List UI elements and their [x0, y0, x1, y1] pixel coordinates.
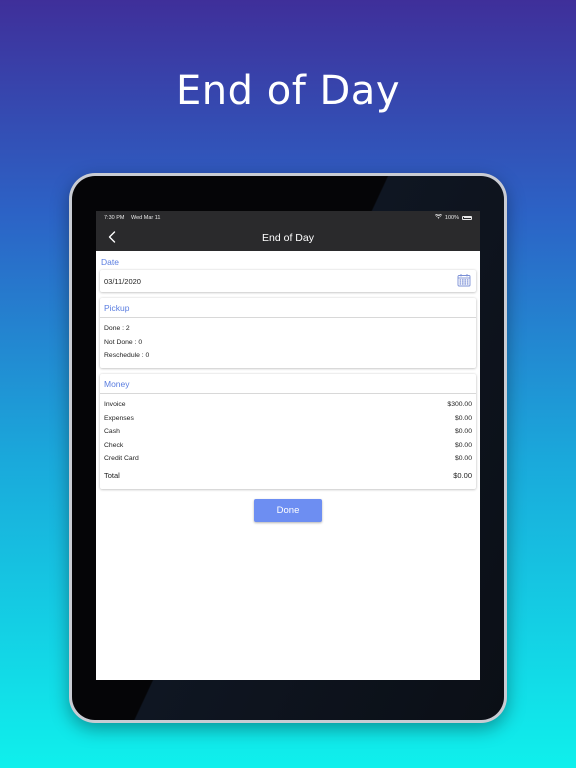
pickup-title: Pickup [100, 298, 476, 318]
back-button[interactable] [104, 229, 120, 245]
pickup-card: Pickup Done : 2 Not Done : 0 Reschedule … [100, 298, 476, 368]
done-button-wrap: Done [100, 498, 476, 522]
status-right: 100% [434, 213, 472, 221]
money-row-value: $0.00 [454, 414, 472, 422]
money-row-label: Invoice [104, 401, 126, 409]
money-row-value: $300.00 [447, 401, 472, 409]
money-row-expenses: Expenses $0.00 [104, 412, 472, 425]
tablet-frame: 7:30 PM Wed Mar 11 100% End of Day Date … [69, 173, 507, 723]
page-title: End of Day [262, 231, 314, 244]
battery-percent: 100% [444, 214, 459, 221]
money-row-label: Cash [104, 428, 120, 436]
status-date: Wed Mar 11 [131, 214, 161, 221]
money-card: Money Invoice $300.00 Expenses $0.00 Cas… [100, 374, 476, 488]
money-total-value: $0.00 [453, 471, 472, 481]
tablet-bezel: 7:30 PM Wed Mar 11 100% End of Day Date … [72, 176, 504, 720]
money-total-label: Total [104, 471, 120, 481]
status-time: 7:30 PM [104, 214, 125, 221]
money-row-total: Total $0.00 [104, 469, 472, 482]
money-row-cash: Cash $0.00 [104, 425, 472, 438]
content: Date 03/11/2020 Pickup Done: 2 Not Done… [96, 257, 480, 522]
date-label: Date [101, 257, 119, 267]
money-row-credit-card: Credit Card $0.00 [104, 452, 472, 465]
status-bar: 7:30 PM Wed Mar 11 100% [96, 211, 480, 224]
money-row-value: $0.00 [454, 441, 472, 449]
battery-icon [462, 215, 472, 220]
wifi-icon [434, 213, 442, 221]
money-row-label: Credit Card [104, 454, 139, 462]
money-row-label: Check [104, 441, 124, 449]
calendar-icon[interactable] [457, 273, 471, 289]
navigation-bar: End of Day [96, 224, 480, 251]
money-title: Money [100, 374, 476, 395]
money-row-value: $0.00 [454, 454, 472, 462]
money-row-value: $0.00 [454, 428, 472, 436]
date-value: 03/11/2020 [104, 276, 141, 286]
pickup-item-text: Not Done : 0 [104, 338, 143, 346]
done-button[interactable]: Done [254, 498, 322, 522]
money-row-invoice: Invoice $300.00 [104, 398, 472, 411]
date-field[interactable]: 03/11/2020 [100, 270, 476, 292]
pickup-item-text: Reschedule : 0 [104, 351, 150, 359]
status-left: 7:30 PM Wed Mar 11 [104, 215, 165, 221]
pickup-item-not-done: Not Done : 0 [104, 335, 472, 348]
pickup-item-reschedule: Reschedule : 0 [104, 349, 472, 362]
pickup-item-text: Done : 2 [104, 325, 130, 333]
money-row-label: Expenses [104, 414, 134, 422]
chevron-left-icon [108, 231, 116, 243]
app-screen: 7:30 PM Wed Mar 11 100% End of Day Date … [96, 211, 480, 680]
pickup-item-done: Done : 2 [104, 322, 472, 335]
marketing-headline: End of Day [176, 68, 400, 114]
pickup-list: Done : 2 Not Done : 0 Reschedule : 0 [100, 318, 476, 368]
money-list: Invoice $300.00 Expenses $0.00 Cash $0.0… [100, 394, 476, 488]
money-row-check: Check $0.00 [104, 438, 472, 451]
